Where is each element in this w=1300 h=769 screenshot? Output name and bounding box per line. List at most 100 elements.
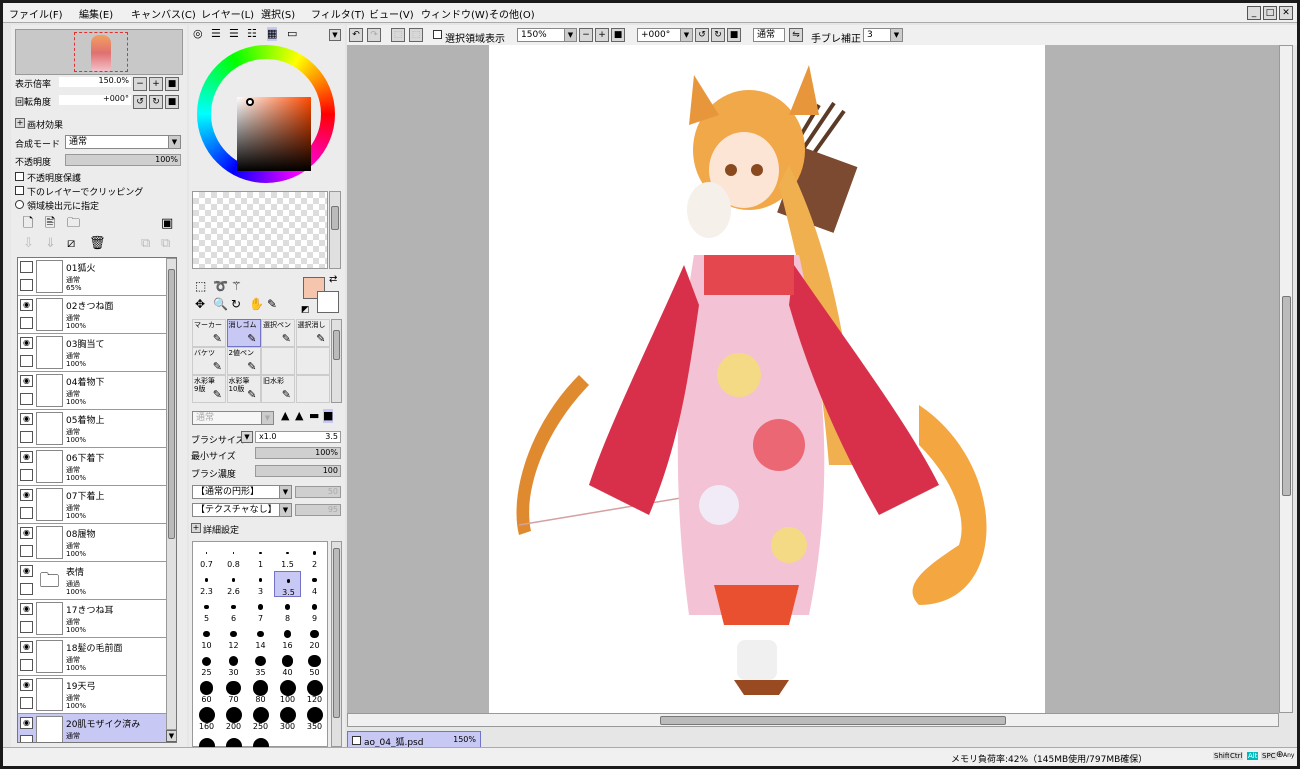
brush-size-cell[interactable]: 7 (247, 598, 274, 624)
layer-row[interactable]: ◉ 04着物下 通常 100% (18, 372, 166, 410)
canvas-vscrollbar[interactable] (1279, 45, 1293, 713)
layer-row[interactable]: ◉ 🗀 表情 通過 100% (18, 562, 166, 600)
canvas-zoom-out-button[interactable]: − (579, 28, 593, 42)
brush-size-cell[interactable]: 200 (220, 706, 247, 732)
layer-row[interactable]: ◉ 20肌モザイク済み 通常 (18, 714, 166, 742)
eye-icon[interactable] (20, 261, 33, 273)
menu-view[interactable]: ビュー(V) (369, 6, 414, 21)
zoom-icon[interactable]: 🔍 (213, 297, 228, 311)
lock-icon[interactable] (20, 659, 33, 671)
menu-select[interactable]: 選択(S) (261, 6, 295, 21)
brush-size-cell[interactable]: 70 (220, 679, 247, 705)
eyedropper-icon[interactable]: ✎ (267, 297, 277, 311)
brush-size-cell[interactable]: 3.5 (274, 571, 301, 597)
brush-size-cell[interactable]: 120 (301, 679, 328, 705)
layer-row[interactable]: ◉ 18髪の毛前面 通常 100% (18, 638, 166, 676)
canvas-hscroll-thumb[interactable] (660, 716, 1006, 725)
flip-horizontal-button[interactable]: ⇋ (789, 28, 803, 42)
hsv-slider-tab-icon[interactable]: ☰ (229, 27, 239, 41)
tool-blend-select[interactable]: 通常 ▼ (192, 411, 274, 425)
canvas-vscroll-thumb[interactable] (1282, 296, 1291, 496)
tool-button[interactable]: マーカー ✎ (192, 319, 226, 347)
layer-row[interactable]: ◉ 05着物上 通常 100% (18, 410, 166, 448)
show-selection-checkbox[interactable] (433, 30, 442, 39)
brush-size-cell[interactable]: 160 (193, 706, 220, 732)
new-linework-layer-icon[interactable]: 🖹 (45, 217, 55, 231)
rotate-reset-button[interactable]: ■ (165, 95, 179, 109)
scratchpad-scroll-thumb[interactable] (331, 206, 339, 230)
rotate-cw-button[interactable]: ↻ (711, 28, 725, 42)
brush-shape-square-icon[interactable]: ■ (323, 409, 334, 423)
lock-icon[interactable] (20, 583, 33, 595)
gradient-slider-tab-icon[interactable]: ☷ (247, 27, 257, 41)
brush-size-cell[interactable]: 9 (301, 598, 328, 624)
layer-list-scrollbar[interactable] (166, 258, 176, 730)
panel-menu-icon[interactable]: ▼ (329, 29, 341, 41)
brush-size-cell[interactable]: 12 (220, 625, 247, 651)
brush-size-slider[interactable]: x1.0 3.5 (255, 431, 341, 443)
brush-shape-strength[interactable]: 50 (295, 486, 341, 498)
brush-size-cell[interactable]: 0.8 (220, 544, 247, 570)
scroll-down-icon[interactable]: ▼ (166, 730, 176, 742)
new-folder-icon[interactable]: 🗀 (67, 217, 80, 231)
lock-icon[interactable] (20, 621, 33, 633)
menu-window[interactable]: ウィンドウ(W) (421, 6, 489, 21)
lock-icon[interactable] (20, 393, 33, 405)
brush-size-cell[interactable]: 0.7 (193, 544, 220, 570)
layer-list-scroll-thumb[interactable] (168, 269, 175, 539)
rotate-reset-canvas-button[interactable]: ■ (727, 28, 741, 42)
brush-size-cell[interactable]: 14 (247, 625, 274, 651)
close-button[interactable]: ✕ (1279, 6, 1293, 20)
tool-button[interactable]: 水彩筆 10版 ✎ (226, 375, 261, 403)
invert-selection-button[interactable]: ⬚ (409, 28, 423, 42)
opacity-slider[interactable]: 100% (65, 154, 181, 166)
lock-icon[interactable] (20, 507, 33, 519)
texture-strength[interactable]: 95 (295, 504, 341, 516)
brush-size-cell[interactable]: 250 (247, 706, 274, 732)
rotate-right-button[interactable]: ↻ (149, 95, 163, 109)
scratchpad-scrollbar[interactable] (329, 191, 341, 269)
redo-button[interactable]: ↷ (367, 28, 381, 42)
brush-size-cell[interactable]: 1 (247, 544, 274, 570)
eye-icon[interactable]: ◉ (20, 337, 33, 349)
tool-button[interactable]: バケツ ✎ (192, 347, 226, 375)
delete-mask-icon[interactable]: ⧉ (161, 237, 170, 251)
brush-size-cell[interactable]: 30 (220, 652, 247, 678)
selection-source-radio[interactable] (15, 200, 24, 209)
expand-icon[interactable]: + (15, 118, 25, 128)
canvas-zoom-in-button[interactable]: + (595, 28, 609, 42)
lock-icon[interactable] (20, 545, 33, 557)
eye-icon[interactable]: ◉ (20, 603, 33, 615)
eye-icon[interactable]: ◉ (20, 641, 33, 653)
brush-size-menu-icon[interactable]: ▼ (241, 431, 253, 443)
saturation-value-square[interactable] (237, 97, 311, 171)
brush-size-cell[interactable]: 1.5 (274, 544, 301, 570)
eye-icon[interactable]: ◉ (20, 451, 33, 463)
layer-row[interactable]: ◉ 08履物 通常 100% (18, 524, 166, 562)
brush-size-cell[interactable]: 40 (274, 652, 301, 678)
preserve-opacity-checkbox[interactable] (15, 172, 24, 181)
rotate-slider[interactable]: +000° (59, 95, 131, 105)
deselect-button[interactable]: ⬚ (391, 28, 405, 42)
lock-icon[interactable] (20, 697, 33, 709)
hand-icon[interactable]: ✋ (249, 297, 264, 311)
lasso-icon[interactable]: ➰ (213, 279, 228, 293)
magic-wand-icon[interactable]: ⚚ (231, 279, 242, 293)
lock-icon[interactable] (20, 279, 33, 291)
canvas-zoom-select[interactable]: 150% ▼ (517, 28, 577, 42)
menu-edit[interactable]: 編集(E) (79, 6, 113, 21)
layer-row[interactable]: ◉ 07下着上 通常 100% (18, 486, 166, 524)
brush-size-cell[interactable]: 60 (193, 679, 220, 705)
clear-layer-icon[interactable]: ⧄ (67, 237, 75, 251)
brush-size-cell[interactable]: 35 (247, 652, 274, 678)
brush-size-cell[interactable]: 50 (301, 652, 328, 678)
brush-size-cell[interactable]: 3 (247, 571, 274, 597)
layer-row[interactable]: ◉ 17きつね耳 通常 100% (18, 600, 166, 638)
texture-select[interactable]: 【テクスチャなし】 ▼ (192, 503, 292, 517)
brush-size-cell[interactable]: 4 (301, 571, 328, 597)
rotate-ccw-button[interactable]: ↺ (695, 28, 709, 42)
menu-other[interactable]: その他(O) (489, 6, 535, 21)
tool-button[interactable]: 選択ペン ✎ (261, 319, 295, 347)
color-wheel[interactable] (197, 45, 335, 183)
rotate-icon[interactable]: ↻ (231, 297, 241, 311)
